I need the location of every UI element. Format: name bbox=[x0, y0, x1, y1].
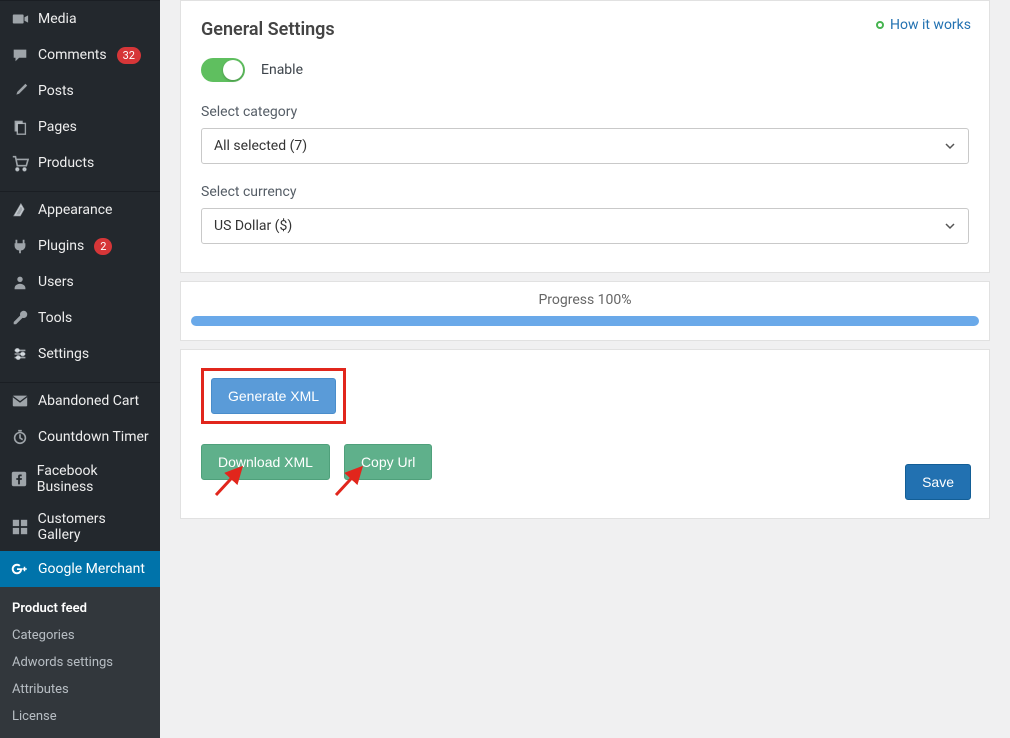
download-xml-button[interactable]: Download XML bbox=[201, 444, 330, 480]
progress-bar bbox=[191, 316, 979, 326]
sidebar-item-users[interactable]: Users bbox=[0, 264, 160, 300]
how-it-works-label: How it works bbox=[890, 17, 971, 33]
main-content: How it works General Settings Enable Sel… bbox=[160, 0, 1010, 713]
sidebar-label: Appearance bbox=[38, 202, 112, 218]
subnav-product-feed[interactable]: Product feed bbox=[0, 595, 160, 622]
gallery-icon bbox=[10, 517, 30, 537]
sidebar-label: Countdown Timer bbox=[38, 429, 149, 445]
category-value: All selected (7) bbox=[214, 138, 307, 154]
general-settings-card: How it works General Settings Enable Sel… bbox=[180, 0, 990, 273]
sidebar-item-media[interactable]: Media bbox=[0, 1, 160, 37]
sidebar-item-abandoned-cart[interactable]: Abandoned Cart bbox=[0, 383, 160, 419]
tools-icon bbox=[10, 308, 30, 328]
sidebar-label: Facebook Business bbox=[37, 463, 150, 495]
sidebar-item-countdown-timer[interactable]: Countdown Timer bbox=[0, 419, 160, 455]
sidebar-label: Comments bbox=[38, 47, 107, 63]
sidebar-subnav: Product feed Categories Adwords settings… bbox=[0, 587, 160, 738]
products-icon bbox=[10, 153, 30, 173]
sidebar-label: Media bbox=[38, 11, 77, 27]
sidebar-item-posts[interactable]: Posts bbox=[0, 73, 160, 109]
toggle-knob bbox=[223, 60, 243, 80]
pages-icon bbox=[10, 117, 30, 137]
category-label: Select category bbox=[201, 104, 969, 120]
comments-count-badge: 32 bbox=[117, 47, 141, 64]
sidebar-label: Customers Gallery bbox=[38, 511, 150, 543]
enable-label: Enable bbox=[261, 62, 303, 78]
sidebar-item-comments[interactable]: Comments 32 bbox=[0, 37, 160, 73]
sidebar-label: Plugins bbox=[38, 238, 84, 254]
plugins-icon bbox=[10, 236, 30, 256]
sidebar-item-plugins[interactable]: Plugins 2 bbox=[0, 228, 160, 264]
sidebar-label: Settings bbox=[38, 346, 89, 362]
timer-icon bbox=[10, 427, 30, 447]
sidebar-item-settings[interactable]: Settings bbox=[0, 336, 160, 372]
sidebar-label: Tools bbox=[38, 310, 72, 326]
progress-card: Progress 100% bbox=[180, 281, 990, 341]
subnav-categories[interactable]: Categories bbox=[0, 622, 160, 649]
progress-fill bbox=[191, 316, 979, 326]
generate-xml-button[interactable]: Generate XML bbox=[211, 378, 336, 414]
page-title: General Settings bbox=[201, 19, 969, 40]
admin-sidebar: Media Comments 32 Posts Pages Products A… bbox=[0, 0, 160, 713]
comments-icon bbox=[10, 45, 30, 65]
sidebar-item-customers-gallery[interactable]: Customers Gallery bbox=[0, 503, 160, 551]
sidebar-label: Abandoned Cart bbox=[38, 393, 139, 409]
chevron-down-icon bbox=[944, 220, 956, 232]
plugins-count-badge: 2 bbox=[94, 238, 112, 255]
sidebar-item-google-merchant[interactable]: Google Merchant bbox=[0, 551, 160, 587]
sidebar-item-facebook-business[interactable]: Facebook Business bbox=[0, 455, 160, 503]
sidebar-label: Posts bbox=[38, 83, 74, 99]
posts-icon bbox=[10, 81, 30, 101]
sidebar-item-pages[interactable]: Pages bbox=[0, 109, 160, 145]
mail-icon bbox=[10, 391, 30, 411]
sidebar-item-tools[interactable]: Tools bbox=[0, 300, 160, 336]
currency-label: Select currency bbox=[201, 184, 969, 200]
enable-toggle[interactable] bbox=[201, 58, 245, 82]
subnav-adwords-settings[interactable]: Adwords settings bbox=[0, 649, 160, 676]
google-plus-icon bbox=[10, 559, 30, 579]
settings-icon bbox=[10, 344, 30, 364]
sidebar-item-appearance[interactable]: Appearance bbox=[0, 192, 160, 228]
sidebar-item-products[interactable]: Products bbox=[0, 145, 160, 181]
actions-card: Generate XML Download XML Copy Url Save bbox=[180, 349, 990, 519]
sidebar-label: Pages bbox=[38, 119, 77, 135]
sidebar-label: Users bbox=[38, 274, 74, 290]
users-icon bbox=[10, 272, 30, 292]
status-indicator-icon bbox=[876, 21, 884, 29]
save-button[interactable]: Save bbox=[905, 464, 971, 500]
media-icon bbox=[10, 9, 30, 29]
copy-url-button[interactable]: Copy Url bbox=[344, 444, 432, 480]
how-it-works-link[interactable]: How it works bbox=[876, 17, 971, 33]
subnav-license[interactable]: License bbox=[0, 703, 160, 730]
sidebar-label: Products bbox=[38, 155, 94, 171]
currency-value: US Dollar ($) bbox=[214, 218, 292, 234]
currency-select[interactable]: US Dollar ($) bbox=[201, 208, 969, 244]
progress-label: Progress 100% bbox=[191, 292, 979, 308]
subnav-attributes[interactable]: Attributes bbox=[0, 676, 160, 703]
highlight-annotation: Generate XML bbox=[201, 368, 346, 424]
facebook-icon bbox=[10, 469, 29, 489]
appearance-icon bbox=[10, 200, 30, 220]
chevron-down-icon bbox=[944, 140, 956, 152]
category-select[interactable]: All selected (7) bbox=[201, 128, 969, 164]
sidebar-label: Google Merchant bbox=[38, 561, 145, 577]
